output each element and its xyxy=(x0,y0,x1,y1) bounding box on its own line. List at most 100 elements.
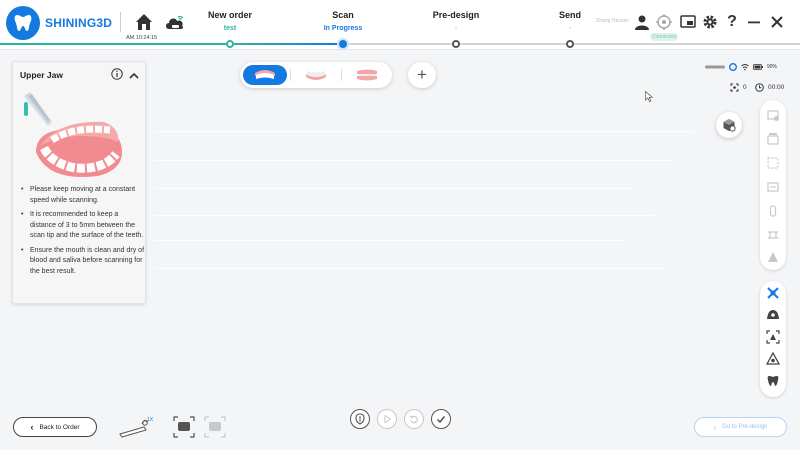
next-button-label: Go to Pre-design xyxy=(722,424,768,430)
play-scan-button[interactable] xyxy=(377,409,397,429)
scan-area-texture xyxy=(155,188,635,189)
cloud-sync-icon[interactable] xyxy=(164,12,186,32)
scan-area-texture xyxy=(155,268,665,269)
battery-icon xyxy=(753,64,763,70)
user-icon[interactable] xyxy=(634,14,650,30)
minimize-icon[interactable] xyxy=(746,14,762,30)
crop-icon[interactable] xyxy=(766,156,780,170)
remote-connect-icon[interactable] xyxy=(656,14,672,30)
header-divider xyxy=(120,12,121,32)
brand-name: SHINING3D xyxy=(45,16,113,30)
scan-area-texture xyxy=(155,160,675,161)
step-title: New order xyxy=(207,10,252,20)
chevron-up-icon[interactable] xyxy=(129,68,139,79)
home-icon[interactable] xyxy=(134,12,154,32)
close-icon[interactable] xyxy=(769,14,785,30)
step-subtitle: In Progress xyxy=(323,25,363,32)
scanner-device-icon xyxy=(705,65,725,69)
go-to-pre-design-button[interactable]: › Go to Pre-design xyxy=(694,417,787,437)
gear-icon[interactable] xyxy=(702,14,718,30)
tooth-mark-icon[interactable] xyxy=(766,374,780,388)
view-cube-button[interactable] xyxy=(716,112,742,138)
step-node-new-order xyxy=(226,40,234,48)
jaw-option-bite[interactable] xyxy=(345,65,389,85)
tooth-logo-icon xyxy=(6,6,40,40)
jaw-view-icon[interactable] xyxy=(766,308,780,322)
back-to-order-button[interactable]: ‹ Back to Order xyxy=(13,417,97,437)
info-icon[interactable] xyxy=(111,67,123,80)
help-icon[interactable]: ? xyxy=(724,14,740,30)
scan-guide-panel: Upper Jaw Please keep moving at a consta… xyxy=(12,61,146,304)
link-icon xyxy=(729,63,737,71)
clock-icon xyxy=(755,83,764,92)
progress-track-done xyxy=(0,43,230,45)
orientation-icon[interactable] xyxy=(766,352,780,366)
ai-scan-icon[interactable] xyxy=(766,286,780,300)
mouse-cursor-icon xyxy=(645,91,653,102)
frame-count: 0 xyxy=(743,84,747,91)
measure-icon[interactable] xyxy=(766,180,780,194)
chevron-right-icon: › xyxy=(713,422,717,432)
ai-assist-button[interactable] xyxy=(350,409,370,429)
battery-level: 90% xyxy=(767,64,778,70)
frame-icon xyxy=(730,83,739,92)
frame-counter: 0 xyxy=(730,83,747,92)
upper-jaw-icon xyxy=(255,70,275,79)
upper-model-icon[interactable] xyxy=(173,416,195,438)
brain-icon xyxy=(355,413,365,425)
bite-align-icon[interactable] xyxy=(766,228,780,242)
tip-item: Ensure the mouth is clean and dry of blo… xyxy=(20,246,144,278)
confirm-button[interactable] xyxy=(431,409,451,429)
step-title: Scan xyxy=(332,10,354,20)
scan-timer: 00:00 xyxy=(755,83,784,92)
scan-area-texture xyxy=(155,131,695,132)
jaw-divider xyxy=(290,69,291,81)
tip-item: It is recommended to keep a distance of … xyxy=(20,210,144,242)
fit-view-icon[interactable] xyxy=(766,330,780,344)
texture-icon[interactable] xyxy=(766,132,780,146)
step-title: Pre-design xyxy=(432,10,480,20)
device-status: 90% xyxy=(705,62,785,72)
step-subtitle: - xyxy=(454,25,458,32)
cube-view-icon xyxy=(723,119,736,132)
step-node-scan xyxy=(339,40,347,48)
lower-model-icon[interactable] xyxy=(204,416,226,438)
jaw-divider xyxy=(341,69,342,81)
undo-icon xyxy=(409,415,418,424)
app-logo: SHINING3D xyxy=(6,6,112,40)
wifi-icon xyxy=(741,64,749,71)
step-scan[interactable]: Scan In Progress xyxy=(298,10,388,32)
step-node-pre-design xyxy=(452,40,460,48)
guide-title: Upper Jaw xyxy=(20,70,63,80)
add-scan-button[interactable]: + xyxy=(408,62,436,88)
scan-tips-list: Please keep moving at a constant speed w… xyxy=(20,185,144,281)
scan-area-texture xyxy=(155,215,655,216)
jaw-selector xyxy=(240,62,392,88)
step-new-order[interactable]: New order test xyxy=(185,10,275,32)
undo-button[interactable] xyxy=(404,409,424,429)
jaw-option-lower[interactable] xyxy=(294,65,338,85)
scan-area-texture xyxy=(155,240,625,241)
jaw-option-upper[interactable] xyxy=(243,65,287,85)
scan-tools-toolbar xyxy=(760,100,786,270)
back-button-label: Back to Order xyxy=(39,423,80,431)
connection-badge: Connected xyxy=(650,33,678,41)
scanner-zoom-level: 1X xyxy=(147,417,154,423)
step-node-send xyxy=(566,40,574,48)
progress-track-active xyxy=(230,43,343,45)
check-icon xyxy=(437,416,446,424)
tip-item: Please keep moving at a constant speed w… xyxy=(20,185,144,206)
chevron-left-icon: ‹ xyxy=(30,422,34,432)
lock-area-icon[interactable] xyxy=(766,108,780,122)
jaw-illustration xyxy=(18,90,140,182)
step-pre-design[interactable]: Pre-design - xyxy=(411,10,501,32)
user-name: Shang Hausen xyxy=(596,18,630,24)
scanner-zoom-icon[interactable] xyxy=(118,416,160,438)
elapsed-time: 00:00 xyxy=(768,84,785,91)
bite-icon xyxy=(357,69,377,81)
step-subtitle: test xyxy=(223,25,237,32)
single-tooth-icon[interactable] xyxy=(766,204,780,218)
trim-icon[interactable] xyxy=(766,250,780,264)
current-time: AM 10:24:15 xyxy=(126,35,158,41)
screen-record-icon[interactable] xyxy=(680,14,696,30)
